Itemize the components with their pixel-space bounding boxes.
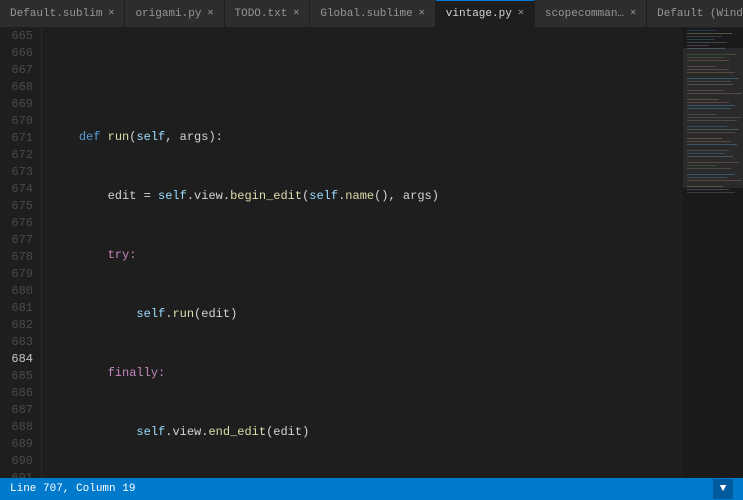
tab-bar: Default.sublim ✕ origami.py ✕ TODO.txt ✕… [0, 0, 743, 28]
line-num: 680 [4, 283, 33, 300]
line-num: 682 [4, 317, 33, 334]
tab-label: scopecomman… [545, 8, 624, 20]
line-num: 674 [4, 181, 33, 198]
tab-default-wind[interactable]: Default (Wind… ✕ [647, 0, 743, 27]
line-num: 669 [4, 96, 33, 113]
tab-label: Default.sublim [10, 8, 102, 20]
tab-close-icon[interactable]: ✕ [630, 9, 636, 19]
line-num: 683 [4, 334, 33, 351]
tab-label: TODO.txt [235, 8, 288, 20]
code-line: self.run(edit) [50, 306, 683, 323]
tab-todo[interactable]: TODO.txt ✕ [225, 0, 311, 27]
tab-label: origami.py [135, 8, 201, 20]
code-line [50, 70, 683, 87]
code-lines: 665 666 667 668 669 670 671 672 673 674 … [0, 28, 683, 478]
line-num: 677 [4, 232, 33, 249]
tab-label: Default (Wind… [657, 8, 743, 20]
line-num: 685 [4, 368, 33, 385]
line-num: 687 [4, 402, 33, 419]
code-line: self.view.end_edit(edit) [50, 424, 683, 441]
line-num: 666 [4, 45, 33, 62]
code-line: def run(self, args): [50, 129, 683, 146]
tab-label: Global.sublime [320, 8, 412, 20]
code-line: finally: [50, 365, 683, 382]
line-num: 667 [4, 62, 33, 79]
tab-close-icon[interactable]: ✕ [518, 9, 524, 19]
code-line: edit = self.view.begin_edit(self.name(),… [50, 188, 683, 205]
line-num: 686 [4, 385, 33, 402]
line-num: 672 [4, 147, 33, 164]
minimap-svg [683, 28, 743, 478]
code-line: try: [50, 247, 683, 264]
tab-close-icon[interactable]: ✕ [108, 9, 114, 19]
status-right: ▼ [713, 479, 733, 499]
line-num: 684 [4, 351, 33, 368]
code-content[interactable]: def run(self, args): edit = self.view.be… [42, 28, 683, 478]
line-num: 678 [4, 249, 33, 266]
line-num: 665 [4, 28, 33, 45]
line-num: 673 [4, 164, 33, 181]
code-area[interactable]: 665 666 667 668 669 670 671 672 673 674 … [0, 28, 683, 478]
line-num: 670 [4, 113, 33, 130]
tab-global-sublime[interactable]: Global.sublime ✕ [310, 0, 435, 27]
line-num: 675 [4, 198, 33, 215]
line-numbers: 665 666 667 668 669 670 671 672 673 674 … [0, 28, 42, 478]
editor-container: 665 666 667 668 669 670 671 672 673 674 … [0, 28, 743, 478]
status-bar: Line 707, Column 19 ▼ [0, 478, 743, 500]
line-num: 671 [4, 130, 33, 147]
line-num: 681 [4, 300, 33, 317]
tab-close-icon[interactable]: ✕ [419, 9, 425, 19]
tab-default-sublime[interactable]: Default.sublim ✕ [0, 0, 125, 27]
line-num: 689 [4, 436, 33, 453]
tab-close-icon[interactable]: ✕ [293, 9, 299, 19]
line-num: 676 [4, 215, 33, 232]
tab-origami[interactable]: origami.py ✕ [125, 0, 224, 27]
tab-close-icon[interactable]: ✕ [207, 9, 213, 19]
line-num: 690 [4, 453, 33, 470]
line-num: 668 [4, 79, 33, 96]
status-scroll-down[interactable]: ▼ [713, 479, 733, 499]
minimap[interactable] [683, 28, 743, 478]
line-num: 679 [4, 266, 33, 283]
line-num: 691 [4, 470, 33, 478]
tab-label: vintage.py [446, 8, 512, 20]
tab-scopecommand[interactable]: scopecomman… ✕ [535, 0, 647, 27]
tab-vintage-py[interactable]: vintage.py ✕ [436, 0, 535, 27]
line-num: 688 [4, 419, 33, 436]
cursor-position: Line 707, Column 19 [10, 483, 135, 495]
